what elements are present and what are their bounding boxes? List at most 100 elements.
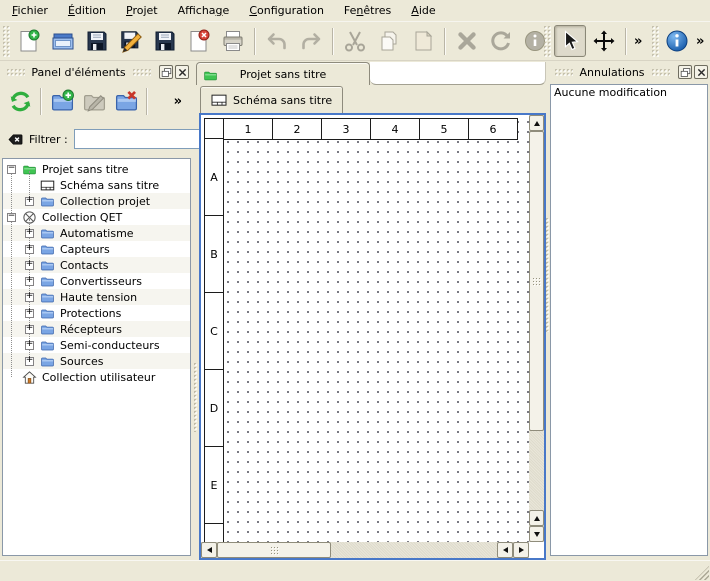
paste-button[interactable]	[407, 25, 439, 57]
expand-toggle-icon[interactable]	[25, 245, 34, 254]
tab-schema[interactable]: Schéma sans titre	[200, 86, 343, 113]
arrow-up-icon	[534, 121, 540, 126]
expand-toggle-icon[interactable]	[7, 165, 16, 174]
expand-toggle-icon[interactable]	[25, 309, 34, 318]
tree-item[interactable]: Schéma sans titre	[3, 177, 190, 193]
toolbar-drag-handle[interactable]	[2, 25, 10, 57]
splitter-grip[interactable]	[193, 362, 197, 432]
save-copy-button[interactable]	[149, 25, 181, 57]
scroll-left-button[interactable]	[201, 542, 217, 558]
thumb-grip	[270, 546, 279, 555]
expand-toggle-icon[interactable]	[25, 325, 34, 334]
diagram-canvas[interactable]: 123456 ABCDE	[201, 115, 529, 542]
tree-item[interactable]: Haute tension	[3, 289, 190, 305]
open-project-button[interactable]	[47, 25, 79, 57]
about-button[interactable]	[662, 25, 692, 57]
tree-item[interactable]: Automatisme	[3, 225, 190, 241]
expand-toggle-icon[interactable]	[25, 229, 34, 238]
info-toolbar: »	[649, 22, 707, 60]
tree-item[interactable]: Protections	[3, 305, 190, 321]
right-splitter[interactable]	[546, 62, 548, 556]
tree-item[interactable]: Projet sans titre	[3, 161, 190, 177]
elements-panel-titlebar[interactable]: Panel d'éléments	[0, 62, 193, 82]
tab-project[interactable]: Projet sans titre	[196, 62, 370, 85]
splitter-grip[interactable]	[545, 217, 549, 332]
undo-panel-titlebar[interactable]: Annulations	[548, 62, 710, 82]
diagram-view: 123456 ABCDE	[199, 113, 546, 560]
menu-item[interactable]: Projet	[116, 1, 168, 20]
horizontal-scroll-thumb[interactable]	[217, 542, 331, 558]
horizontal-scrollbar[interactable]	[201, 542, 529, 558]
expand-toggle-icon[interactable]	[25, 261, 34, 270]
undo-button[interactable]	[261, 25, 293, 57]
tree-item[interactable]: Semi-conducteurs	[3, 337, 190, 353]
expand-toggle-icon[interactable]	[25, 357, 34, 366]
scroll-down-button[interactable]	[529, 526, 544, 542]
rotate-button[interactable]	[485, 25, 517, 57]
toolbar-drag-handle[interactable]	[651, 25, 659, 57]
toolbar-overflow-button[interactable]: »	[631, 34, 645, 49]
expand-toggle-icon[interactable]	[25, 341, 34, 350]
tree-item[interactable]: Collection projet	[3, 193, 190, 209]
toolbar-drag-handle[interactable]	[543, 25, 551, 57]
tree-guide-line	[11, 169, 12, 377]
scroll-up-button[interactable]	[529, 115, 544, 131]
new-document-button[interactable]	[13, 25, 45, 57]
save-as-button[interactable]	[115, 25, 147, 57]
tree-item[interactable]: Collection QET	[3, 209, 190, 225]
pan-mode-button[interactable]	[588, 25, 620, 57]
new-category-button[interactable]	[47, 86, 77, 116]
tree-item[interactable]: Récepteurs	[3, 321, 190, 337]
menu-item[interactable]: Configuration	[239, 1, 334, 20]
close-project-button[interactable]	[183, 25, 215, 57]
float-panel-button[interactable]	[678, 65, 692, 79]
float-panel-button[interactable]	[159, 65, 173, 79]
panel-toolbar-overflow-button[interactable]: »	[171, 94, 185, 109]
menu-item[interactable]: Édition	[58, 1, 116, 20]
redo-button[interactable]	[295, 25, 327, 57]
copy-button[interactable]	[373, 25, 405, 57]
menu-item[interactable]: Fichier	[2, 1, 58, 20]
scroll-left-button-2[interactable]	[497, 542, 513, 558]
delete-button[interactable]	[451, 25, 483, 57]
save-button[interactable]	[81, 25, 113, 57]
undo-list-item[interactable]: Aucune modification	[551, 85, 707, 100]
main-toolbar: » »	[0, 22, 710, 61]
row-header: C	[204, 292, 224, 370]
menu-item[interactable]: Fenêtres	[334, 1, 401, 20]
expand-toggle-icon[interactable]	[25, 277, 34, 286]
select-mode-button[interactable]	[554, 25, 586, 57]
blue-folder-icon	[40, 306, 55, 321]
blue-folder-icon	[40, 226, 55, 241]
menu-item[interactable]: Aide	[401, 1, 445, 20]
edit-category-button[interactable]	[79, 86, 109, 116]
close-icon	[696, 67, 707, 78]
clear-filter-button[interactable]	[6, 130, 25, 148]
left-splitter[interactable]	[193, 62, 196, 556]
toolbar-overflow-button[interactable]: »	[693, 34, 707, 49]
tab-schema-label: Schéma sans titre	[233, 94, 332, 107]
scroll-right-button[interactable]	[513, 542, 529, 558]
expand-toggle-icon[interactable]	[25, 293, 34, 302]
reload-collections-button[interactable]	[5, 86, 35, 116]
close-panel-button[interactable]	[175, 65, 189, 79]
vertical-scrollbar[interactable]	[529, 115, 544, 542]
tree-item[interactable]: Collection utilisateur	[3, 369, 190, 385]
close-icon	[177, 67, 188, 78]
close-panel-button[interactable]	[694, 65, 708, 79]
tree-item[interactable]: Capteurs	[3, 241, 190, 257]
size-grip[interactable]	[695, 566, 709, 580]
expand-toggle-icon[interactable]	[7, 213, 16, 222]
menu-item[interactable]: Affichage	[168, 1, 240, 20]
vertical-scroll-thumb[interactable]	[529, 131, 544, 431]
tree-item[interactable]: Sources	[3, 353, 190, 369]
expand-toggle-icon[interactable]	[25, 197, 34, 206]
print-button[interactable]	[217, 25, 249, 57]
tree-item[interactable]: Convertisseurs	[3, 273, 190, 289]
tree-item[interactable]: Contacts	[3, 257, 190, 273]
dock-drag-texture	[6, 68, 25, 76]
row-header: E	[204, 446, 224, 524]
delete-category-button[interactable]	[111, 86, 141, 116]
scroll-up-button-2[interactable]	[529, 510, 544, 526]
cut-button[interactable]	[339, 25, 371, 57]
